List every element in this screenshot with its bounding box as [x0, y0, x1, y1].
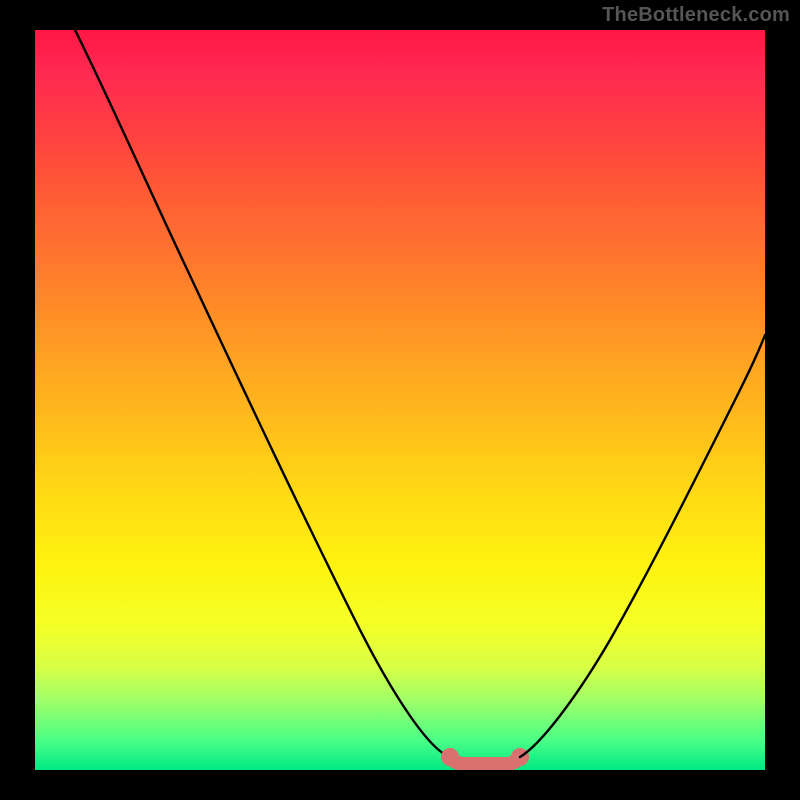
plot-area [35, 30, 765, 770]
highlight-flat-segment [450, 757, 520, 764]
bottleneck-curve [35, 30, 765, 770]
curve-left-branch [75, 30, 450, 757]
curve-right-branch [520, 335, 765, 757]
chart-frame: TheBottleneck.com [0, 0, 800, 800]
watermark-text: TheBottleneck.com [602, 4, 790, 27]
